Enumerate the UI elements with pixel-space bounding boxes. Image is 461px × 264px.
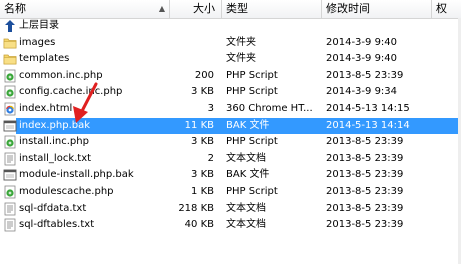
file-row-sql-dftables-txt[interactable]: sql-dftables.txt 40 KB 文本文档 2013-8-5 23:39 — [0, 217, 461, 233]
file-modified: 2013-8-5 23:39 — [326, 169, 404, 181]
column-header-extra[interactable]: 权 — [432, 0, 461, 18]
folder-icon — [3, 52, 17, 66]
column-header-type-label: 类型 — [226, 2, 248, 15]
file-modified — [326, 18, 446, 34]
file-name: sql-dftables.txt — [19, 219, 95, 231]
column-header-modified[interactable]: 修改时间 — [322, 0, 432, 18]
column-header-modified-label: 修改时间 — [326, 2, 370, 15]
file-type: 文件夹 — [226, 36, 256, 48]
file-name: templates — [19, 53, 70, 65]
file-type: PHP Script — [226, 136, 278, 148]
php-script-icon — [3, 185, 17, 199]
file-size: 3 KB — [191, 136, 214, 148]
column-header-size[interactable]: 大小 — [170, 0, 222, 18]
file-manager: 名称 ▲ 大小 类型 修改时间 权 上层目录 images 文件夹 2014-3-9 … — [0, 0, 461, 264]
column-header-extra-label: 权 — [436, 2, 447, 15]
file-row-config-cache-inc-php[interactable]: config.cache.inc.php 3 KB PHP Script 2014-3… — [0, 84, 461, 100]
file-size — [170, 51, 214, 67]
file-name: index.php.bak — [19, 119, 91, 131]
file-modified: 2014-3-9 9:34 — [326, 86, 398, 98]
file-size: 11 KB — [184, 119, 214, 131]
file-type: 文本文档 — [226, 219, 266, 231]
file-modified: 2014-5-13 14:15 — [326, 103, 410, 114]
file-size: 3 KB — [191, 86, 214, 98]
file-type: 360 Chrome HT... — [226, 103, 313, 114]
sort-ascending-icon: ▲ — [158, 4, 165, 13]
folder-icon — [3, 36, 17, 50]
file-row-templates[interactable]: templates 文件夹 2014-3-9 9:40 — [0, 51, 461, 67]
file-row-modulescache-php[interactable]: modulescache.php 1 KB PHP Script 2013-8-5 2… — [0, 184, 461, 200]
html-file-icon — [3, 102, 17, 116]
file-row-sql-dfdata-txt[interactable]: sql-dfdata.txt 218 KB 文本文档 2013-8-5 23:39 — [0, 201, 461, 217]
file-name: install_lock.txt — [19, 152, 92, 164]
bak-file-icon — [3, 168, 17, 182]
file-row-module-install-php-bak[interactable]: module-install.php.bak 3 KB BAK 文件 2013-8-5… — [0, 167, 461, 183]
column-header-name-label: 名称 — [4, 2, 26, 15]
up-arrow-icon — [3, 19, 17, 33]
file-modified: 2014-3-9 9:40 — [326, 36, 398, 48]
file-row-index-html[interactable]: index.html 3 360 Chrome HT... 2014-5-13 14:… — [0, 101, 461, 117]
file-type: BAK 文件 — [226, 169, 270, 181]
file-size: 2 — [207, 152, 214, 164]
file-type — [226, 18, 322, 34]
file-size: 1 KB — [191, 186, 214, 197]
file-modified: 2013-8-5 23:39 — [326, 136, 404, 148]
text-file-icon — [3, 202, 17, 216]
file-modified: 2013-8-5 23:39 — [326, 186, 404, 197]
file-type: 文本文档 — [226, 202, 266, 214]
column-header-name[interactable]: 名称 ▲ — [0, 0, 170, 18]
file-type: PHP Script — [226, 69, 278, 81]
text-file-icon — [3, 152, 17, 166]
bak-file-icon — [3, 119, 17, 133]
php-script-icon — [3, 135, 17, 149]
file-size: 3 KB — [191, 169, 214, 181]
file-size — [170, 18, 214, 34]
file-name: images — [19, 36, 56, 48]
file-name: 上层目录 — [19, 20, 59, 31]
file-size: 218 KB — [178, 202, 214, 214]
file-row-install-inc-php[interactable]: install.inc.php 3 KB PHP Script 2013-8-5 23… — [0, 134, 461, 150]
file-modified: 2013-8-5 23:39 — [326, 69, 404, 81]
file-size: 3 — [207, 103, 214, 114]
file-row-parent-directory[interactable]: 上层目录 — [0, 18, 461, 34]
file-name: module-install.php.bak — [19, 169, 134, 181]
file-modified: 2014-5-13 14:14 — [326, 119, 410, 131]
file-type: 文件夹 — [226, 53, 256, 65]
file-size — [170, 35, 214, 51]
file-name: modulescache.php — [19, 186, 114, 197]
file-row-install-lock-txt[interactable]: install_lock.txt 2 文本文档 2013-8-5 23:39 — [0, 151, 461, 167]
file-name: sql-dfdata.txt — [19, 202, 87, 214]
php-script-icon — [3, 69, 17, 83]
file-type: 文本文档 — [226, 152, 266, 164]
column-header-bar: 名称 ▲ 大小 类型 修改时间 权 — [0, 0, 461, 19]
file-modified: 2013-8-5 23:39 — [326, 202, 404, 214]
file-name: common.inc.php — [19, 69, 103, 81]
file-size: 40 KB — [184, 219, 214, 231]
file-modified: 2013-8-5 23:39 — [326, 152, 404, 164]
file-row-images[interactable]: images 文件夹 2014-3-9 9:40 — [0, 35, 461, 51]
file-name: install.inc.php — [19, 136, 89, 148]
file-row-index-php-bak[interactable]: index.php.bak 11 KB BAK 文件 2014-5-13 14:14 — [0, 117, 461, 134]
file-name: config.cache.inc.php — [19, 86, 123, 98]
file-row-common-inc-php[interactable]: common.inc.php 200 PHP Script 2013-8-5 23:3… — [0, 68, 461, 84]
file-type: PHP Script — [226, 186, 278, 197]
text-file-icon — [3, 218, 17, 232]
file-size: 200 — [194, 69, 214, 81]
file-name: index.html — [19, 103, 73, 114]
file-modified: 2013-8-5 23:39 — [326, 219, 404, 231]
file-type: PHP Script — [226, 86, 278, 98]
file-modified: 2014-3-9 9:40 — [326, 53, 398, 65]
column-header-size-label: 大小 — [193, 2, 215, 15]
php-script-icon — [3, 85, 17, 99]
file-type: BAK 文件 — [226, 119, 270, 131]
column-header-type[interactable]: 类型 — [222, 0, 322, 18]
